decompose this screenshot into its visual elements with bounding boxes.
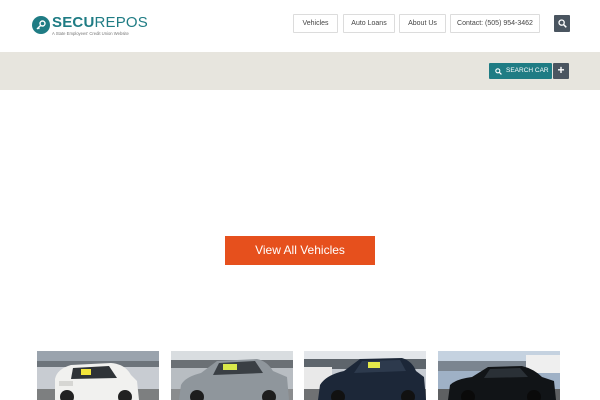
vehicle-thumbnail-black-coupe[interactable] [438, 351, 560, 400]
search-car-label: SEARCH CAR [506, 67, 549, 74]
header-search-button[interactable] [554, 15, 570, 32]
vehicle-thumbnail-silver-sedan[interactable] [171, 351, 293, 400]
site-logo[interactable]: SECUREPOS A State Employees' Credit Unio… [32, 14, 148, 38]
search-icon [558, 19, 567, 28]
logo-name-bold: SECU [52, 14, 95, 31]
key-icon [32, 16, 50, 34]
logo-tagline: A State Employees' Credit Union Website [52, 31, 129, 36]
nav-about-us[interactable]: About Us [399, 14, 446, 33]
search-icon [495, 67, 502, 75]
nav-auto-loans[interactable]: Auto Loans [343, 14, 395, 33]
search-car-button[interactable]: SEARCH CAR [489, 63, 552, 79]
vehicle-thumbnail-white-suv[interactable] [37, 351, 159, 400]
logo-wordmark: SECUREPOS [52, 14, 148, 31]
site-header: SECUREPOS A State Employees' Credit Unio… [0, 0, 600, 52]
expand-search-button[interactable]: + [553, 63, 569, 79]
logo-name-light: REPOS [94, 14, 148, 31]
nav-contact[interactable]: Contact: (505) 954-3462 [450, 14, 540, 33]
view-all-vehicles-button[interactable]: View All Vehicles [225, 236, 375, 265]
nav-vehicles[interactable]: Vehicles [293, 14, 338, 33]
vehicle-thumbnail-dark-blue-sedan[interactable] [304, 351, 426, 400]
